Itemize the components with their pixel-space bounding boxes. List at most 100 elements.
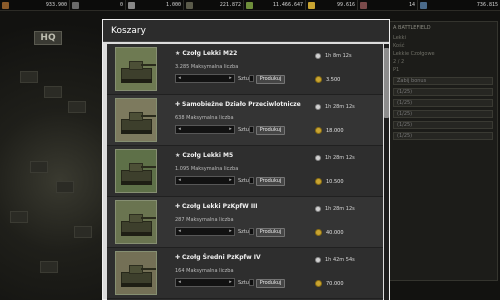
resource-oil: 0 bbox=[70, 0, 126, 11]
unit-name: ★ Czołg Lekki M5 bbox=[175, 152, 233, 159]
build-time-text: 1h 42m 54s bbox=[325, 257, 355, 263]
unit-cost-text: 3.500 bbox=[326, 76, 341, 83]
unit-max: 3.285 Maksymalna liczba bbox=[175, 64, 239, 70]
resource-steel: 1.000 bbox=[126, 0, 184, 11]
arrow-left-icon[interactable]: ◂ bbox=[176, 177, 183, 184]
unit-name-text: Samobieżne Działo Przeciwlotnicze bbox=[182, 101, 301, 108]
unit-name-text: Czołg Lekki M5 bbox=[182, 152, 234, 159]
clock-icon bbox=[315, 206, 321, 212]
quantity-slider[interactable]: ◂ ▸ bbox=[175, 176, 235, 185]
battlefield-panel: A BATTLEFIELD Lekki Kość Lekkie Czołgowe… bbox=[388, 21, 498, 281]
map-tile bbox=[44, 86, 62, 98]
resource-bar: 933.900 0 1.000 221.872 11.466.647 99.61… bbox=[0, 0, 500, 11]
quantity-slider[interactable]: ◂ ▸ bbox=[175, 227, 235, 236]
build-time: 1h 28m 12s bbox=[315, 155, 355, 161]
unit-max: 287 Maksymalna liczba bbox=[175, 217, 234, 223]
score-icon bbox=[420, 1, 427, 9]
quantity-slider[interactable]: ◂ ▸ bbox=[175, 125, 235, 134]
map-tile bbox=[20, 71, 38, 83]
clock-icon bbox=[315, 104, 321, 110]
resource-value: 11.466.647 bbox=[272, 2, 303, 8]
arrow-left-icon[interactable]: ◂ bbox=[176, 228, 183, 235]
rank-star-icon: ★ bbox=[175, 152, 181, 159]
rubber-icon bbox=[186, 1, 193, 9]
steel-icon bbox=[128, 1, 135, 9]
scrollbar[interactable] bbox=[384, 44, 389, 300]
resource-score: 736.815 bbox=[418, 0, 500, 11]
ammo-icon bbox=[360, 1, 367, 9]
map-tile bbox=[30, 161, 48, 173]
unit-cost-text: 40.000 bbox=[326, 229, 344, 236]
unit-thumbnail bbox=[115, 47, 157, 91]
barracks-dialog: Koszary ★ Czołg Lekki M22 3.285 Maksymaln… bbox=[102, 19, 390, 300]
gold-icon bbox=[308, 1, 315, 9]
unit-max: 164 Maksymalna liczba bbox=[175, 268, 234, 274]
build-time: 1h 42m 54s bbox=[315, 257, 355, 263]
clock-icon bbox=[315, 155, 321, 161]
arrow-right-icon[interactable]: ▸ bbox=[227, 75, 234, 82]
panel-line: Lekkie Czołgowe bbox=[393, 51, 435, 57]
unit-thumbnail bbox=[115, 251, 157, 295]
money-icon bbox=[246, 1, 253, 9]
build-time: 1h 8m 12s bbox=[315, 53, 352, 59]
unit-thumbnail bbox=[115, 98, 157, 142]
unit-cost-text: 70.000 bbox=[326, 280, 344, 287]
unit-cost: 70.000 bbox=[315, 280, 344, 287]
arrow-right-icon[interactable]: ▸ bbox=[227, 279, 234, 286]
quantity-input[interactable] bbox=[249, 177, 254, 184]
arrow-right-icon[interactable]: ▸ bbox=[227, 126, 234, 133]
build-time: 1h 28m 12s bbox=[315, 206, 355, 212]
panel-line: P1 bbox=[393, 67, 400, 73]
quantity-slider[interactable]: ◂ ▸ bbox=[175, 278, 235, 287]
quantity-input[interactable] bbox=[249, 126, 254, 133]
resource-gold: 99.616 bbox=[306, 0, 358, 11]
quantity-input[interactable] bbox=[249, 228, 254, 235]
build-time-text: 1h 8m 12s bbox=[325, 53, 352, 59]
arrow-left-icon[interactable]: ◂ bbox=[176, 126, 183, 133]
panel-bar[interactable]: Zabij bonus bbox=[393, 77, 493, 85]
panel-line: Kość bbox=[393, 43, 405, 49]
panel-bar[interactable]: (1/25) bbox=[393, 99, 493, 107]
oil-icon bbox=[72, 1, 79, 9]
resource-value: 736.815 bbox=[476, 2, 498, 8]
resource-value: 14 bbox=[408, 2, 415, 8]
quantity-slider[interactable]: ◂ ▸ bbox=[175, 74, 235, 83]
arrow-left-icon[interactable]: ◂ bbox=[176, 279, 183, 286]
unit-name-text: Czołg Lekki M22 bbox=[182, 50, 238, 57]
produce-button[interactable]: Produkuj bbox=[256, 177, 285, 186]
unit-name-text: Czołg Średni PzKpfw IV bbox=[182, 254, 261, 261]
map-tile bbox=[56, 181, 74, 193]
unit-row: ✚ Samobieżne Działo Przeciwlotnicze 638 M… bbox=[107, 95, 383, 146]
resource-fuel: 933.900 bbox=[0, 0, 70, 11]
panel-bar[interactable]: (1/25) bbox=[393, 110, 493, 118]
unit-row: ✚ Czołg Średni PzKpfw IV 164 Maksymalna l… bbox=[107, 248, 383, 299]
quantity-input[interactable] bbox=[249, 279, 254, 286]
unit-name-text: Czołg Lekki PzKpfW III bbox=[182, 203, 258, 210]
arrow-right-icon[interactable]: ▸ bbox=[227, 228, 234, 235]
produce-button[interactable]: Produkuj bbox=[256, 228, 285, 237]
coin-icon bbox=[315, 229, 322, 236]
scrollbar-thumb[interactable] bbox=[384, 48, 389, 118]
coin-icon bbox=[315, 127, 322, 134]
fuel-icon bbox=[2, 1, 9, 9]
unit-thumbnail bbox=[115, 149, 157, 193]
unit-thumbnail bbox=[115, 200, 157, 244]
panel-bar[interactable]: (1/25) bbox=[393, 88, 493, 96]
clock-icon bbox=[315, 53, 321, 59]
dialog-header: Koszary bbox=[103, 20, 389, 42]
unit-row: ★ Czołg Lekki M22 3.285 Maksymalna liczba… bbox=[107, 44, 383, 95]
build-time: 1h 28m 12s bbox=[315, 104, 355, 110]
unit-max: 1.095 Maksymalna liczba bbox=[175, 166, 239, 172]
resource-value: 1.000 bbox=[165, 2, 181, 8]
panel-bar[interactable]: (1/25) bbox=[393, 132, 493, 140]
produce-button[interactable]: Produkuj bbox=[256, 75, 285, 84]
arrow-left-icon[interactable]: ◂ bbox=[176, 75, 183, 82]
produce-button[interactable]: Produkuj bbox=[256, 126, 285, 135]
panel-bar[interactable]: (1/25) bbox=[393, 121, 493, 129]
quantity-input[interactable] bbox=[249, 75, 254, 82]
produce-button[interactable]: Produkuj bbox=[256, 279, 285, 288]
resource-rubber: 221.872 bbox=[184, 0, 244, 11]
hq-button[interactable]: HQ bbox=[34, 31, 62, 45]
unit-list: ★ Czołg Lekki M22 3.285 Maksymalna liczba… bbox=[107, 44, 383, 300]
arrow-right-icon[interactable]: ▸ bbox=[227, 177, 234, 184]
